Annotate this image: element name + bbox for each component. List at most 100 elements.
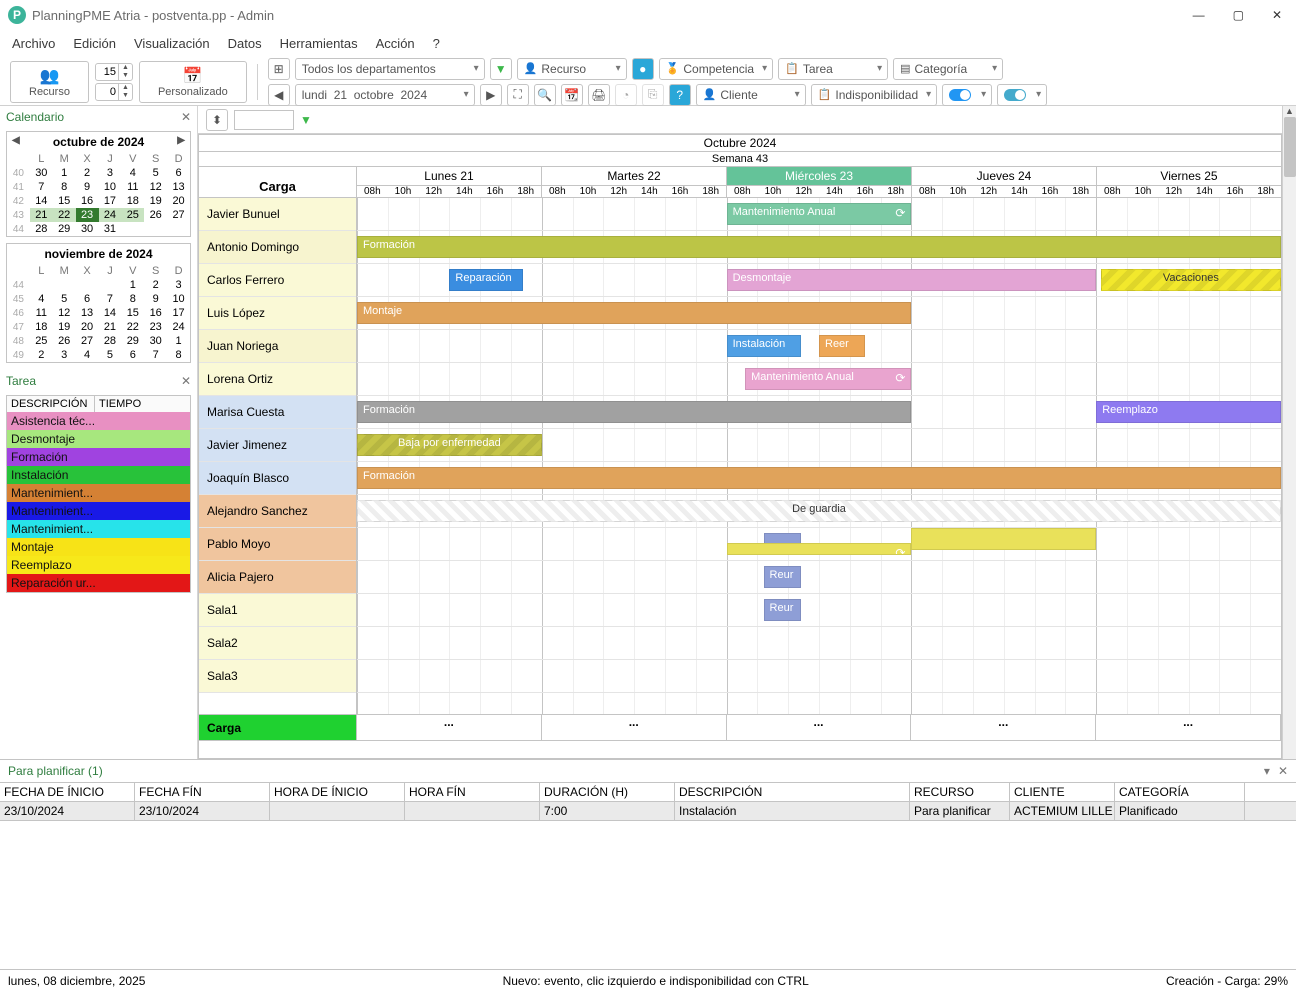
resource-row[interactable]: Alicia Pajero xyxy=(199,561,356,594)
minimize-icon[interactable]: — xyxy=(1193,8,1205,22)
day-header[interactable]: Martes 22 xyxy=(542,167,726,186)
spin-down-icon[interactable]: ▼ xyxy=(119,92,132,100)
today-icon[interactable]: 📆 xyxy=(561,84,583,106)
event-bar[interactable]: Reur xyxy=(764,599,801,621)
resource-row[interactable]: Joaquín Blasco xyxy=(199,462,356,495)
spin-top[interactable]: ▲▼ xyxy=(95,63,133,81)
indisponibilidad-dropdown[interactable]: 📋Indisponibilidad xyxy=(811,84,937,106)
cal-next-icon[interactable]: ▶ xyxy=(177,135,185,146)
task-row[interactable]: Mantenimient... xyxy=(7,502,190,520)
resource-row[interactable]: Pablo Moyo xyxy=(199,528,356,561)
carga-cell[interactable]: ... xyxy=(911,715,1096,740)
planner-table[interactable]: FECHA DE ÍNICIOFECHA FÍNHORA DE ÍNICIOHO… xyxy=(0,782,1296,821)
scroll-thumb[interactable] xyxy=(1284,117,1296,177)
task-row[interactable]: Desmontaje xyxy=(7,430,190,448)
cal-nov-table[interactable]: LMXJVSD 44123 4545678910 461112131415161… xyxy=(7,264,190,362)
planner-cell[interactable]: ACTEMIUM LILLE ... xyxy=(1010,802,1115,820)
planner-header-cell[interactable]: DURACIÓN (H) xyxy=(540,783,675,801)
event-bar[interactable]: Formación xyxy=(357,236,1281,258)
event-bar[interactable]: Reur xyxy=(764,566,801,588)
day-header[interactable]: Miércoles 23 xyxy=(727,167,911,186)
resource-row[interactable]: Lorena Ortiz xyxy=(199,363,356,396)
spin-bottom[interactable]: ▲▼ xyxy=(95,83,133,101)
event-bar[interactable]: Desmontaje xyxy=(727,269,1097,291)
task-row[interactable]: Asistencia téc... xyxy=(7,412,190,430)
task-row[interactable]: Reemplazo xyxy=(7,556,190,574)
close-panel-icon[interactable]: ✕ xyxy=(1278,764,1288,778)
filter-funnel-icon[interactable]: ▼ xyxy=(300,113,312,127)
event-bar[interactable]: Reemplazo xyxy=(1096,401,1281,423)
planner-cell[interactable]: Para planificar xyxy=(910,802,1010,820)
help-icon[interactable]: ? xyxy=(669,84,691,106)
event-bar[interactable]: Vacaciones xyxy=(1101,269,1281,291)
v-scroll[interactable]: ▲ xyxy=(1282,106,1296,759)
planner-header-cell[interactable]: CATEGORÍA xyxy=(1115,783,1245,801)
filter-icon[interactable]: ▼ xyxy=(490,58,512,80)
event-bar[interactable]: Formación xyxy=(357,467,1281,489)
menu-visualizacion[interactable]: Visualización xyxy=(134,36,210,51)
resource-row[interactable]: Sala3 xyxy=(199,660,356,693)
spin-top-input[interactable] xyxy=(96,65,118,79)
export-icon[interactable]: ⎘ xyxy=(642,84,664,106)
carga-cell[interactable]: ... xyxy=(1096,715,1281,740)
cliente-dropdown[interactable]: 👤Cliente xyxy=(696,84,806,106)
event-bar[interactable]: Formación xyxy=(357,401,911,423)
spin-up-icon[interactable]: ▲ xyxy=(119,84,132,92)
task-row[interactable]: Instalación xyxy=(7,466,190,484)
carga-cell[interactable]: ... xyxy=(727,715,912,740)
event-bar[interactable] xyxy=(911,528,1096,550)
day-header[interactable]: Viernes 25 xyxy=(1097,167,1281,186)
menu-datos[interactable]: Datos xyxy=(228,36,262,51)
spin-bottom-input[interactable] xyxy=(96,85,118,99)
menu-accion[interactable]: Acción xyxy=(376,36,415,51)
event-bar[interactable]: Mantenimiento Anual ⟳ xyxy=(727,203,912,225)
planner-header-cell[interactable]: FECHA FÍN xyxy=(135,783,270,801)
h-scroll[interactable] xyxy=(198,741,1282,759)
planner-cell[interactable] xyxy=(270,802,405,820)
planner-data-row[interactable]: 23/10/202423/10/20247:00InstalaciónPara … xyxy=(0,802,1296,821)
event-bar[interactable]: Reparación xyxy=(449,269,523,291)
resource-row[interactable]: Carlos Ferrero xyxy=(199,264,356,297)
planner-header-cell[interactable]: CLIENTE xyxy=(1010,783,1115,801)
planner-header-cell[interactable]: RECURSO xyxy=(910,783,1010,801)
planner-header-cell[interactable]: DESCRIPCIÓN xyxy=(675,783,910,801)
task-row[interactable]: Formación xyxy=(7,448,190,466)
calendar-november[interactable]: noviembre de 2024 LMXJVSD 44123 45456789… xyxy=(6,243,191,363)
day-header[interactable]: Lunes 21 xyxy=(357,167,541,186)
tarea-dropdown[interactable]: 📋Tarea xyxy=(778,58,888,80)
event-bar[interactable]: Instalación xyxy=(727,335,801,357)
resource-row[interactable]: Alejandro Sanchez xyxy=(199,495,356,528)
task-row[interactable]: Mantenimient... xyxy=(7,484,190,502)
spin-down-icon[interactable]: ▼ xyxy=(119,72,132,80)
planner-header-cell[interactable]: FECHA DE ÍNICIO xyxy=(0,783,135,801)
schedule-search-input[interactable] xyxy=(234,110,294,130)
print-icon[interactable]: 🖨 xyxy=(588,84,610,106)
toolbar-personalizado[interactable]: 📅 Personalizado xyxy=(139,61,247,103)
categoria-dropdown[interactable]: ▤Categoría xyxy=(893,58,1003,80)
resource-row[interactable]: Luis López xyxy=(199,297,356,330)
close-panel-icon[interactable]: ✕ xyxy=(181,374,191,388)
collapse-icon[interactable]: ▾ xyxy=(1264,764,1270,778)
carga-cell[interactable]: ... xyxy=(357,715,542,740)
menu-archivo[interactable]: Archivo xyxy=(12,36,55,51)
carga-cell[interactable]: ... xyxy=(542,715,727,740)
org-icon[interactable]: ⊞ xyxy=(268,58,290,80)
event-bar[interactable]: Baja por enfermedad xyxy=(357,434,542,456)
select-icon[interactable]: ⛶ xyxy=(507,84,529,106)
competencia-dropdown[interactable]: 🏅Competencia xyxy=(659,58,773,80)
task-row[interactable]: Mantenimient... xyxy=(7,520,190,538)
scroll-up-icon[interactable]: ▲ xyxy=(1283,106,1296,116)
planner-cell[interactable]: 23/10/2024 xyxy=(135,802,270,820)
resource-row[interactable]: Juan Noriega xyxy=(199,330,356,363)
day-header[interactable]: Jueves 24 xyxy=(912,167,1096,186)
toolbar-recurso[interactable]: 👥 Recurso xyxy=(10,61,89,103)
search-icon[interactable]: 🔍 xyxy=(534,84,556,106)
resource-row[interactable]: Sala2 xyxy=(199,627,356,660)
maximize-icon[interactable]: ▢ xyxy=(1233,8,1244,22)
planner-header-cell[interactable]: HORA DE ÍNICIO xyxy=(270,783,405,801)
cal-oct-table[interactable]: LMXJVSD 4030123456 4178910111213 4214151… xyxy=(7,152,190,236)
resource-row[interactable]: Sala1 xyxy=(199,594,356,627)
calendar-october[interactable]: ◀octubre de 2024▶ LMXJVSD 4030123456 417… xyxy=(6,131,191,237)
task-row[interactable]: Reparación ur... xyxy=(7,574,190,592)
task-table[interactable]: DESCRIPCIÓN TIEMPO Asistencia téc...Desm… xyxy=(6,395,191,593)
